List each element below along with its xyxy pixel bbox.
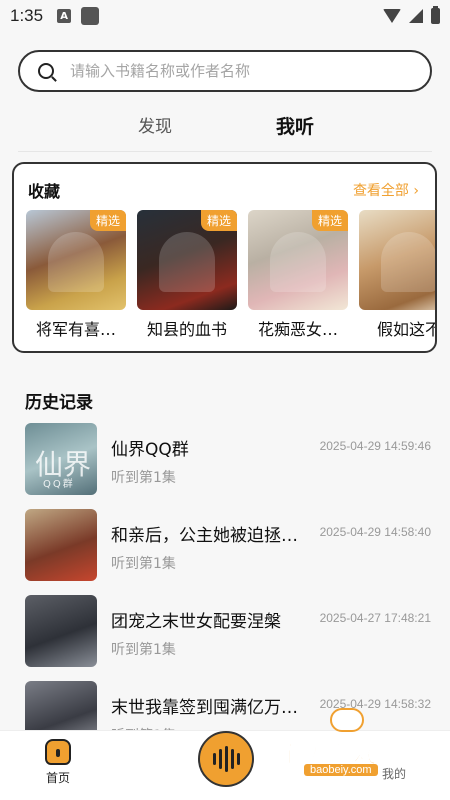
favorite-book[interactable]: 精选 花痴恶女… (248, 210, 348, 340)
watermark-gamepad-icon (330, 708, 364, 732)
signal-icon (409, 9, 423, 23)
tabs-divider (18, 151, 432, 152)
favorite-book[interactable]: 精选 将军有喜… (26, 210, 126, 340)
tab-my-listening[interactable]: 我听 (276, 112, 314, 139)
top-tabs: 发现 我听 (0, 112, 450, 142)
watermark: 宝贝游戏网 baobeiy.com (278, 708, 428, 780)
thumbnail-subtitle: QQ群 (43, 479, 75, 490)
history-item[interactable]: 和亲后，公主她被迫拯… 听到第1集 2025-04-29 14:58:40 (25, 509, 435, 595)
history-item[interactable]: 团宠之末世女配要涅槃 听到第1集 2025-04-27 17:48:21 (25, 595, 435, 681)
search-bar[interactable] (18, 50, 432, 92)
history-item-progress: 听到第1集 (111, 470, 176, 486)
player-button[interactable] (198, 731, 254, 787)
cover-figure (270, 232, 326, 292)
history-item-time: 2025-04-29 14:58:40 (319, 525, 431, 539)
history-item-progress: 听到第1集 (111, 642, 176, 658)
battery-icon (431, 6, 440, 24)
home-icon (45, 739, 71, 765)
notification-square-icon (81, 7, 100, 25)
watermark-url: baobeiy.com (304, 764, 378, 776)
history-title: 历史记录 (25, 393, 93, 413)
featured-badge: 精选 (200, 210, 237, 231)
history-item-title: 和亲后，公主她被迫拯… (111, 526, 298, 546)
history-item[interactable]: 仙界 QQ群 仙界QQ群 听到第1集 2025-04-29 14:59:46 (25, 423, 435, 509)
notification-a-icon: A (57, 9, 72, 23)
cover-figure (159, 232, 215, 292)
audio-bar-icon (218, 749, 222, 769)
tab-discover[interactable]: 发现 (138, 112, 172, 137)
history-item-progress: 听到第1集 (111, 556, 176, 572)
history-item-time: 2025-04-27 17:48:21 (319, 611, 431, 625)
book-title: 花痴恶女… (257, 320, 338, 339)
book-title: 知县的血书 (146, 320, 227, 339)
favorite-book[interactable]: 精选 知县的血书 (137, 210, 237, 340)
book-title: 将军有喜… (35, 320, 116, 339)
history-thumbnail (25, 509, 97, 581)
favorites-title: 收藏 (28, 182, 61, 201)
search-input[interactable] (70, 62, 390, 80)
audio-bar-icon (236, 753, 240, 765)
audio-bar-icon (230, 749, 234, 769)
history-item-title: 团宠之末世女配要涅槃 (111, 612, 281, 632)
featured-badge: 精选 (311, 210, 348, 231)
history-thumbnail: 仙界 QQ群 (25, 423, 97, 495)
view-all-link[interactable]: 查看全部 › (353, 180, 419, 200)
book-cover: 精选 (26, 210, 126, 310)
book-title: 假如这不 (376, 320, 437, 339)
favorites-card: 收藏 查看全部 › 精选 将军有喜… 精选 知县的血书 精选 花痴恶女… 假如这… (12, 162, 437, 353)
history-item-title: 仙界QQ群 (111, 440, 189, 460)
book-cover: 精选 (137, 210, 237, 310)
book-cover: 精选 (248, 210, 348, 310)
wifi-icon (383, 9, 401, 23)
audio-bar-icon (224, 746, 228, 772)
cover-figure (48, 232, 104, 292)
history-item-title: 末世我靠签到囤满亿万… (111, 698, 298, 718)
audio-bar-icon (212, 753, 216, 765)
status-indicators (383, 6, 440, 24)
favorites-list: 精选 将军有喜… 精选 知县的血书 精选 花痴恶女… 假如这不 (26, 210, 437, 340)
history-item-time: 2025-04-29 14:59:46 (319, 439, 431, 453)
history-thumbnail (25, 595, 97, 667)
nav-home[interactable]: 首页 (40, 739, 76, 786)
history-list: 仙界 QQ群 仙界QQ群 听到第1集 2025-04-29 14:59:46 和… (25, 423, 435, 767)
status-time: 1:35 (10, 6, 44, 25)
search-icon (38, 63, 54, 79)
cover-figure (381, 232, 435, 292)
book-cover (359, 210, 435, 310)
status-bar: 1:35 A (0, 0, 450, 32)
featured-badge: 精选 (89, 210, 126, 231)
nav-home-label: 首页 (45, 771, 70, 785)
favorite-book[interactable]: 假如这不 (359, 210, 437, 340)
